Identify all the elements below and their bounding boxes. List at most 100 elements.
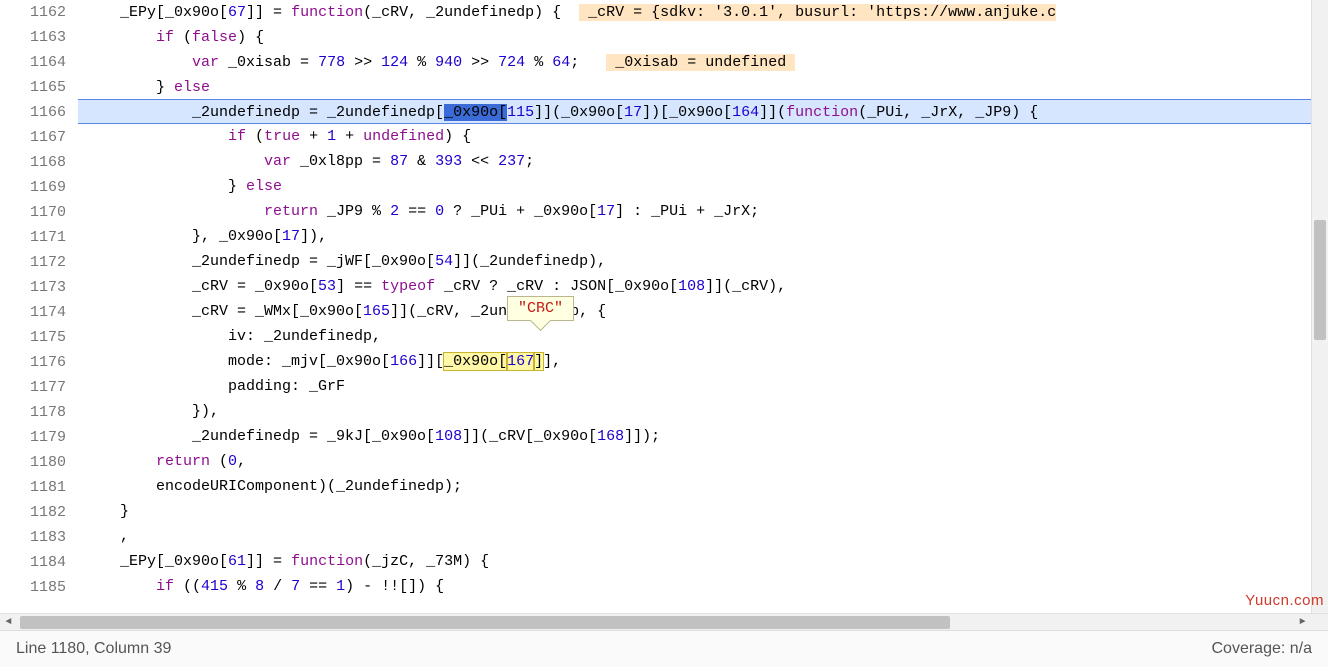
code-token: _0xisab =: [219, 54, 318, 71]
code-line[interactable]: } else: [78, 174, 1328, 199]
code-line[interactable]: } else: [78, 75, 1328, 100]
code-token: (_jzC, _73M) {: [363, 553, 489, 570]
code-token: 108: [678, 278, 705, 295]
code-token: 0: [228, 453, 237, 470]
line-number: 1164: [0, 50, 78, 75]
horizontal-scrollbar[interactable]: ◄ ►: [0, 613, 1328, 630]
code-line[interactable]: iv: _2undefinedp,: [78, 324, 1328, 349]
code-token: ;: [525, 153, 534, 170]
code-token: true: [264, 128, 300, 145]
code-token: 168: [597, 428, 624, 445]
code-line[interactable]: encodeURIComponent)(_2undefinedp);: [78, 474, 1328, 499]
horizontal-scrollbar-thumb[interactable]: [20, 616, 950, 629]
code-token: (: [246, 128, 264, 145]
code-editor[interactable]: 1162116311641165116611671168116911701171…: [0, 0, 1328, 613]
code-token: ]] =: [246, 553, 291, 570]
code-token: [84, 578, 156, 595]
code-token: [84, 203, 264, 220]
line-number: 1175: [0, 325, 78, 350]
code-token: ? _PUi + _0x90o[: [444, 203, 597, 220]
code-token: }),: [84, 403, 219, 420]
code-token: return: [156, 453, 210, 470]
line-gutter: 1162116311641165116611671168116911701171…: [0, 0, 78, 613]
line-number: 1181: [0, 475, 78, 500]
code-token: 2: [390, 203, 399, 220]
code-line[interactable]: }, _0x90o[17]),: [78, 224, 1328, 249]
scroll-left-icon[interactable]: ◄: [0, 614, 17, 631]
code-token: ],: [543, 353, 561, 370]
code-line[interactable]: ,: [78, 524, 1328, 549]
code-token: ==: [300, 578, 336, 595]
code-line[interactable]: _2undefinedp = _9kJ[_0x90o[108]](_cRV[_0…: [78, 424, 1328, 449]
line-number: 1185: [0, 575, 78, 600]
code-line[interactable]: if (false) {: [78, 25, 1328, 50]
line-number: 1171: [0, 225, 78, 250]
vertical-scrollbar-thumb[interactable]: [1314, 220, 1326, 340]
code-token: mode: _mjv[_0x90o[: [84, 353, 390, 370]
line-number: 1178: [0, 400, 78, 425]
code-token: _EPy[_0x90o[: [84, 4, 228, 21]
code-line[interactable]: _EPy[_0x90o[61]] = function(_jzC, _73M) …: [78, 549, 1328, 574]
vertical-scrollbar[interactable]: [1311, 0, 1328, 613]
code-line[interactable]: if ((415 % 8 / 7 == 1) - !![]) {: [78, 574, 1328, 599]
code-token: ]),: [300, 228, 327, 245]
code-token: 7: [291, 578, 300, 595]
code-token: _0xl8pp =: [291, 153, 390, 170]
code-line[interactable]: return (0,: [78, 449, 1328, 474]
code-token: 165: [363, 303, 390, 320]
code-token: 124: [381, 54, 408, 71]
code-token: 415: [201, 578, 228, 595]
code-token: ]: [534, 353, 543, 370]
code-line[interactable]: return _JP9 % 2 == 0 ? _PUi + _0x90o[17]…: [78, 199, 1328, 224]
code-token: ,: [237, 453, 246, 470]
code-token: function: [291, 4, 363, 21]
code-token: 164: [732, 104, 759, 121]
code-token: }: [84, 503, 129, 520]
code-token: [84, 54, 192, 71]
code-token: if: [156, 29, 174, 46]
line-number: 1176: [0, 350, 78, 375]
code-token: undefined: [363, 128, 444, 145]
code-token: _0xisab = undefined: [606, 54, 795, 71]
code-line[interactable]: if (true + 1 + undefined) {: [78, 124, 1328, 149]
code-token: (: [174, 29, 192, 46]
code-token: ) {: [237, 29, 264, 46]
code-line[interactable]: _2undefinedp = _2undefinedp[_0x90o[115]]…: [78, 99, 1328, 124]
code-token: >>: [345, 54, 381, 71]
code-line[interactable]: }),: [78, 399, 1328, 424]
code-line[interactable]: _cRV = _0x90o[53] == typeof _cRV ? _cRV …: [78, 274, 1328, 299]
code-token: }, _0x90o[: [84, 228, 282, 245]
line-number: 1180: [0, 450, 78, 475]
code-token: (: [210, 453, 228, 470]
code-token: if: [156, 578, 174, 595]
code-token: return: [264, 203, 318, 220]
code-token: 17: [282, 228, 300, 245]
line-number: 1183: [0, 525, 78, 550]
status-bar: Line 1180, Column 39 Coverage: n/a: [0, 630, 1328, 667]
code-token: 0: [435, 203, 444, 220]
code-line[interactable]: var _0xl8pp = 87 & 393 << 237;: [78, 149, 1328, 174]
code-token: 940: [435, 54, 462, 71]
code-area[interactable]: _EPy[_0x90o[67]] = function(_cRV, _2unde…: [78, 0, 1328, 613]
code-line[interactable]: }: [78, 499, 1328, 524]
code-line[interactable]: _cRV = _WMx[_0x90o[165]](_cRV, _2undefin…: [78, 299, 1328, 324]
code-token: 17: [597, 203, 615, 220]
code-token: _cRV = _WMx[_0x90o[: [84, 303, 363, 320]
code-token: +: [336, 128, 363, 145]
code-line[interactable]: _2undefinedp = _jWF[_0x90o[54]](_2undefi…: [78, 249, 1328, 274]
code-line[interactable]: mode: _mjv[_0x90o[166]][_0x90o[167]],: [78, 349, 1328, 374]
code-token: ]](: [759, 104, 786, 121]
code-token: _cRV ? _cRV : JSON[_0x90o[: [435, 278, 678, 295]
code-line[interactable]: _EPy[_0x90o[67]] = function(_cRV, _2unde…: [78, 0, 1328, 25]
code-token: _0x90o[: [444, 104, 507, 121]
code-token: 54: [435, 253, 453, 270]
line-number: 1170: [0, 200, 78, 225]
code-line[interactable]: padding: _GrF: [78, 374, 1328, 399]
code-token: _2undefinedp = _jWF[_0x90o[: [84, 253, 435, 270]
code-token: (_PUi, _JrX, _JP9) {: [858, 104, 1038, 121]
code-token: ]] =: [246, 4, 291, 21]
code-token: 167: [507, 353, 534, 370]
code-token: ;: [570, 54, 606, 71]
scroll-right-icon[interactable]: ►: [1294, 614, 1311, 631]
code-line[interactable]: var _0xisab = 778 >> 124 % 940 >> 724 % …: [78, 50, 1328, 75]
